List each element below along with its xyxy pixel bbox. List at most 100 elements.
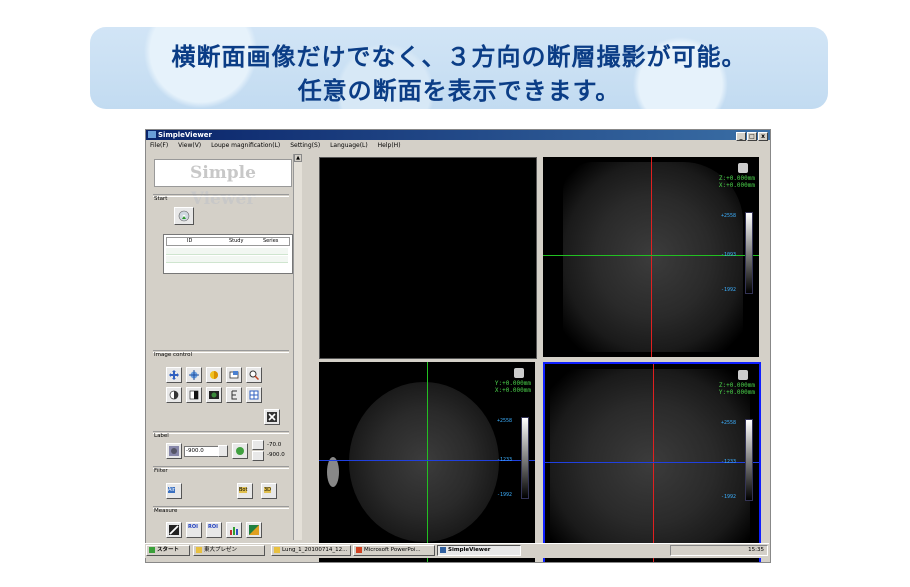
ruler-button[interactable] xyxy=(166,522,182,538)
start-label: Start xyxy=(154,196,168,202)
roi-ellipse-label: ROI xyxy=(208,524,218,530)
window-titlebar[interactable]: SimpleViewer _ □ x xyxy=(146,130,770,141)
range-up-button[interactable] xyxy=(252,440,264,450)
range-top-value: -70.0 xyxy=(267,442,282,448)
histogram-button[interactable] xyxy=(226,522,242,538)
menu-setting[interactable]: Setting(S) xyxy=(290,142,320,149)
grid-icon xyxy=(249,390,259,400)
col-series: Series xyxy=(263,238,279,244)
filter-3d-label: 3D xyxy=(264,487,272,493)
menu-view[interactable]: View(V) xyxy=(178,142,201,149)
close-icon xyxy=(267,412,277,422)
scale-mid: -1233 xyxy=(497,457,513,463)
table-row[interactable] xyxy=(166,248,288,255)
filter-air-button[interactable]: Air xyxy=(166,483,182,499)
menu-help[interactable]: Help(H) xyxy=(378,142,401,149)
window-level-button[interactable] xyxy=(206,367,222,383)
folder-icon xyxy=(274,547,280,553)
task-item[interactable]: 東大プレゼン xyxy=(193,545,265,556)
threshold-input[interactable]: -900.0 xyxy=(184,446,219,457)
magnifier-icon xyxy=(249,370,259,380)
scale-min: -1992 xyxy=(721,494,737,500)
viewport-sagittal[interactable]: Z:+0.000mm X:+0.000mm +2558 -1093 -1992 xyxy=(543,157,759,357)
task-item[interactable]: Microsoft PowerPoi... xyxy=(353,545,435,556)
slice-icon xyxy=(209,391,219,399)
contrast-button[interactable] xyxy=(166,387,182,403)
close-button[interactable]: x xyxy=(758,132,768,141)
clock: 15:35 xyxy=(748,547,764,553)
divider xyxy=(153,431,289,434)
rotate-button[interactable] xyxy=(186,367,202,383)
loupe-button[interactable] xyxy=(246,367,262,383)
app-logo: Simple Viewer xyxy=(154,159,292,209)
filter-3d-button[interactable]: 3D xyxy=(261,483,277,499)
label-icon xyxy=(169,446,179,456)
scale-min: -1992 xyxy=(497,492,513,498)
viewport-3d[interactable] xyxy=(319,157,537,359)
app-icon xyxy=(148,131,156,138)
scale-max: +2558 xyxy=(497,418,513,424)
star-icon xyxy=(189,370,199,380)
reset-button[interactable] xyxy=(264,409,280,425)
label-color-button[interactable] xyxy=(166,443,182,459)
image-control-label: Image control xyxy=(154,352,193,358)
sun-icon xyxy=(210,371,218,379)
maximize-button[interactable]: □ xyxy=(747,132,757,141)
viewport-axial[interactable]: Y:+0.000mm X:+0.000mm +2558 -1233 -1992 xyxy=(319,362,535,562)
task-item-active[interactable]: SimpleViewer xyxy=(437,545,521,556)
filter-bot-button[interactable]: Bot xyxy=(237,483,253,499)
layout-button[interactable] xyxy=(246,387,262,403)
filter-label: Filter xyxy=(154,468,168,474)
image-button[interactable] xyxy=(206,387,222,403)
text-button[interactable] xyxy=(226,387,242,403)
filter-bot-label: Bot xyxy=(239,487,248,493)
threshold-stepper[interactable] xyxy=(218,445,228,457)
minimize-button[interactable]: _ xyxy=(736,132,746,141)
scale-max: +2558 xyxy=(721,213,737,219)
roi-rect-button[interactable]: ROI xyxy=(186,522,202,538)
volume-button[interactable] xyxy=(246,522,262,538)
windows-icon xyxy=(149,547,155,553)
grayscale-bar xyxy=(745,212,753,294)
ct-image xyxy=(563,162,743,352)
pan-button[interactable] xyxy=(166,367,182,383)
panel-scrollbar[interactable]: ▲ xyxy=(293,154,302,540)
label-section-label: Label xyxy=(154,433,169,439)
task-item[interactable]: Lung_1_20100714_12... xyxy=(271,545,351,556)
orientation-cube-icon[interactable] xyxy=(514,368,524,378)
scroll-up-icon[interactable]: ▲ xyxy=(294,154,302,162)
scale-min: -1992 xyxy=(721,287,737,293)
menu-language[interactable]: Language(L) xyxy=(330,142,368,149)
filter-air-label: Air xyxy=(168,487,175,493)
label-apply-button[interactable] xyxy=(232,443,248,459)
control-panel: Simple Viewer Start ID Study Series Imag… xyxy=(149,154,302,540)
coord-readout: Z:+0.000mm Y:+0.000mm xyxy=(718,382,755,396)
zoom-icon xyxy=(229,371,239,379)
title-banner: 横断面画像だけでなく、３方向の断層撮影が可能。 任意の断面を表示できます。 xyxy=(90,27,828,109)
orientation-cube-icon[interactable] xyxy=(738,370,748,380)
menu-file[interactable]: File(F) xyxy=(150,142,168,149)
banner-line-2: 任意の断面を表示できます。 xyxy=(297,77,621,105)
roi-ellipse-button[interactable]: ROI xyxy=(206,522,222,538)
zoom-button[interactable] xyxy=(226,367,242,383)
range-down-button[interactable] xyxy=(252,451,264,461)
volume-icon xyxy=(249,525,259,535)
col-id: ID xyxy=(187,238,193,244)
scale-max: +2558 xyxy=(721,420,737,426)
chart-icon xyxy=(230,527,238,535)
invert-button[interactable] xyxy=(186,387,202,403)
ct-image xyxy=(349,382,499,542)
start-button[interactable]: スタート xyxy=(146,545,190,556)
ct-image xyxy=(550,369,750,559)
range-bottom-value: -900.0 xyxy=(267,452,285,458)
crosshair-x xyxy=(427,362,428,562)
ruler-icon xyxy=(169,525,179,535)
open-study-button[interactable] xyxy=(174,207,194,225)
contrast-icon xyxy=(169,390,179,400)
menu-loupe[interactable]: Loupe magnification(L) xyxy=(211,142,280,149)
crosshair-y xyxy=(653,364,654,562)
orientation-cube-icon[interactable] xyxy=(738,163,748,173)
viewport-coronal[interactable]: Z:+0.000mm Y:+0.000mm +2558 -1233 -1992 xyxy=(543,362,761,562)
table-row[interactable] xyxy=(166,256,288,263)
powerpoint-icon xyxy=(356,547,362,553)
